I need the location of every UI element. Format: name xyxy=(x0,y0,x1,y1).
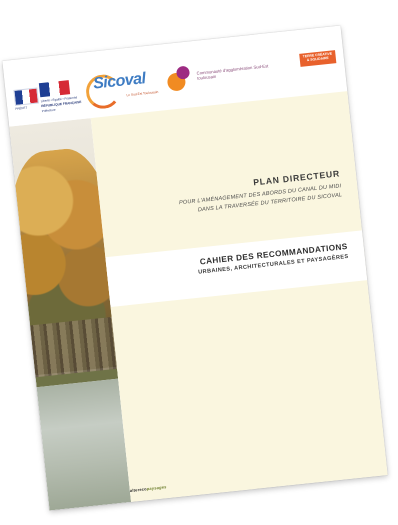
stage: PRÉFET Liberté • Égalité • Fraternité RÉ… xyxy=(0,0,398,525)
plan-directeur-block: PLAN DIRECTEUR POUR L'AMÉNAGEMENT DES AB… xyxy=(177,168,343,216)
sicoval-name: Sicoval xyxy=(92,70,147,93)
agglomeration-logo-icon xyxy=(164,63,197,94)
document-cover: PRÉFET Liberté • Égalité • Fraternité RÉ… xyxy=(2,25,388,511)
gov-line-4: Préfecture xyxy=(41,107,56,114)
title-panel: PLAN DIRECTEUR POUR L'AMÉNAGEMENT DES AB… xyxy=(90,91,388,502)
sicoval-tagline: Le Sud-Est Toulousain xyxy=(126,89,159,98)
agglomeration-text: Communauté d'agglomération Sud-Est toulo… xyxy=(196,63,269,81)
sicoval-logo: Sicoval Le Sud-Est Toulousain xyxy=(84,65,163,111)
terre-creative-badge: TERRE CRÉATIVE & SOLIDAIRE xyxy=(299,50,337,67)
header-strip xyxy=(288,25,350,27)
republique-flag-icon xyxy=(38,80,71,98)
photo-water xyxy=(36,378,132,511)
cahier-block: CAHIER DES RECOMMANDATIONS URBAINES, ARC… xyxy=(105,230,368,308)
gov-line-1: PRÉFET xyxy=(15,105,28,111)
marianne-flag-icon xyxy=(13,87,39,106)
